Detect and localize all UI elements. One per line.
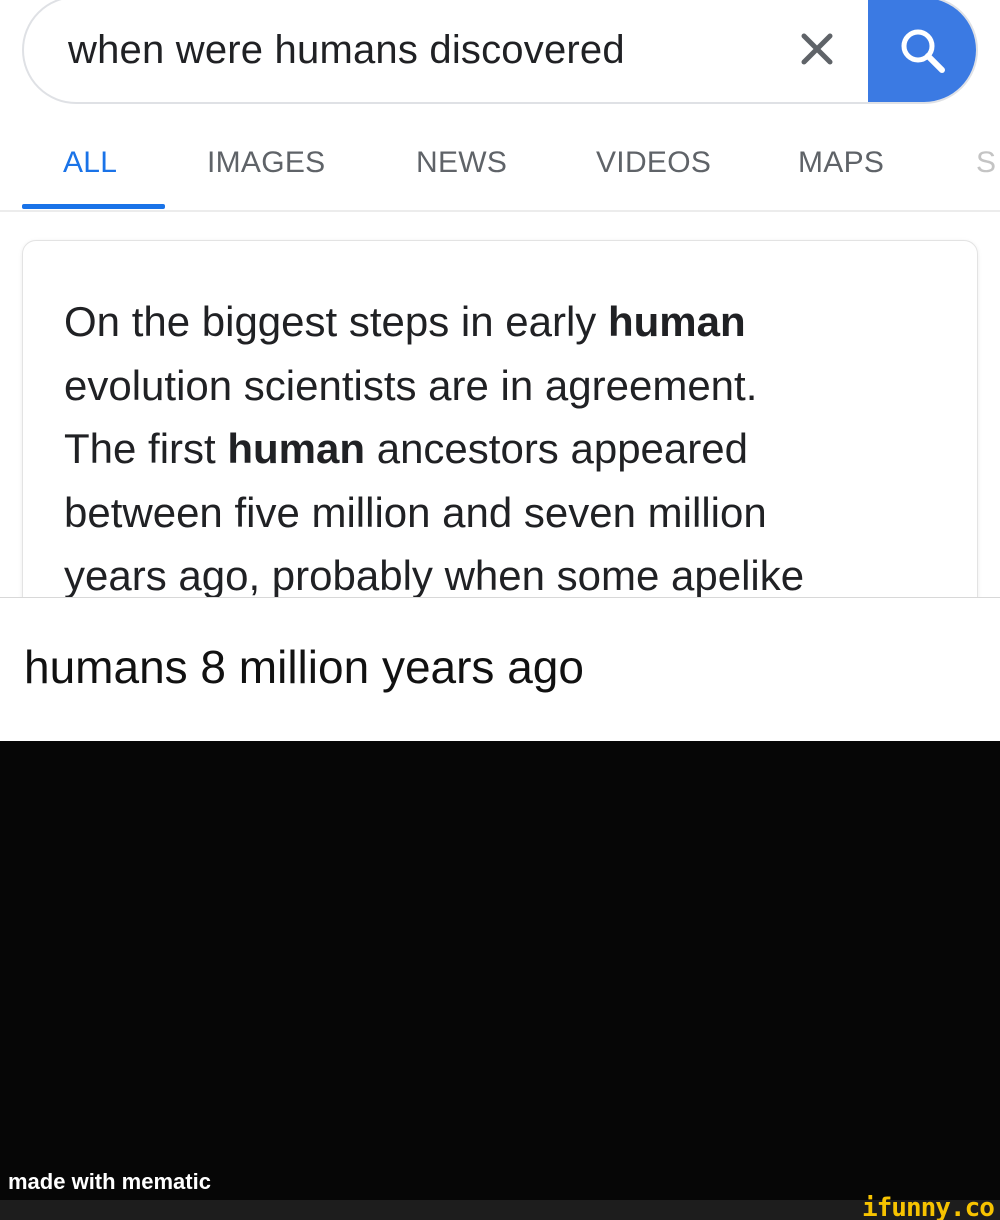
snippet-line: The first human ancestors appeared (64, 417, 964, 481)
snippet-line: evolution scientists are in agreement. (64, 361, 758, 409)
snippet-text: ancestors appeared (365, 425, 748, 472)
tab-images[interactable]: IMAGES (207, 146, 326, 180)
snippet-highlight: human (607, 298, 746, 345)
tab-news[interactable]: NEWS (416, 146, 507, 180)
featured-snippet-text: On the biggest steps in early human evol… (64, 290, 964, 608)
close-icon[interactable] (794, 26, 840, 72)
snippet-line: On the biggest steps in early human (64, 290, 964, 354)
search-button[interactable] (868, 0, 976, 102)
tab-maps[interactable]: MAPS (798, 146, 884, 180)
meme-caption: humans 8 million years ago (24, 641, 584, 693)
black-image: made with mematic ifunny.co (0, 741, 1000, 1220)
mematic-watermark: made with mematic (8, 1169, 211, 1194)
tab-all[interactable]: ALL (63, 146, 117, 180)
snippet-line: between five million and seven million (64, 488, 767, 536)
search-input[interactable]: when were humans discovered (68, 28, 625, 73)
tabs-divider (0, 210, 1000, 212)
tab-shopping-partial[interactable]: S (976, 146, 996, 180)
ifunny-logo: ifunny.co (862, 1193, 995, 1220)
snippet-text: On the biggest steps in early (64, 298, 608, 345)
active-tab-indicator (22, 204, 165, 209)
snippet-text: The first (64, 425, 228, 472)
search-bar: when were humans discovered (22, 0, 978, 104)
snippet-highlight: human (227, 425, 366, 472)
tab-videos[interactable]: VIDEOS (596, 146, 711, 180)
watermark-strip (0, 1200, 1000, 1220)
search-icon (901, 29, 945, 73)
meme-caption-panel: humans 8 million years ago (0, 597, 1000, 741)
search-tabs: ALL IMAGES NEWS VIDEOS MAPS S (0, 128, 1000, 212)
